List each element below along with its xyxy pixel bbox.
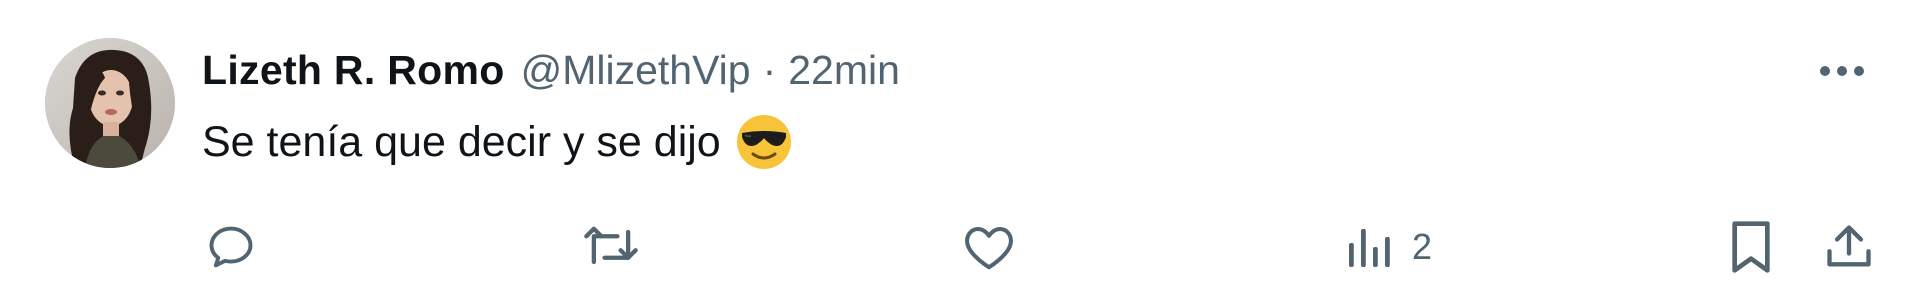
retweet-icon	[584, 226, 638, 265]
author-name[interactable]: Lizeth R. Romo	[202, 47, 505, 94]
timestamp[interactable]: 22min	[788, 47, 900, 94]
bar-chart-icon	[1349, 229, 1390, 267]
heart-icon	[965, 226, 1013, 270]
views-button[interactable]: 2	[1346, 218, 1432, 276]
author-handle[interactable]: @MlizethVip	[521, 47, 751, 94]
share-button[interactable]	[1823, 218, 1875, 276]
tweet-header: Lizeth R. Romo @MlizethVip · 22min	[202, 40, 900, 100]
retweet-button[interactable]	[581, 218, 641, 276]
bookmark-button[interactable]	[1729, 218, 1773, 276]
like-button[interactable]	[962, 218, 1016, 276]
bookmark-icon	[1732, 221, 1770, 273]
avatar-photo	[45, 38, 175, 168]
separator-dot: ·	[762, 46, 777, 93]
reply-button[interactable]	[205, 218, 257, 276]
more-horizontal-icon	[1820, 66, 1864, 76]
tweet[interactable]: Lizeth R. Romo @MlizethVip · 22min Se te…	[0, 0, 1907, 294]
tweet-text: Se tenía que decir y se dijo	[202, 117, 721, 166]
speech-bubble-icon	[209, 226, 253, 268]
avatar[interactable]	[45, 38, 175, 168]
tweet-text-container: Se tenía que decir y se dijo	[202, 110, 793, 174]
more-options-button[interactable]	[1814, 54, 1870, 88]
share-upload-icon	[1827, 225, 1871, 267]
sunglasses-emoji-icon	[735, 113, 793, 171]
views-count: 2	[1412, 226, 1433, 267]
